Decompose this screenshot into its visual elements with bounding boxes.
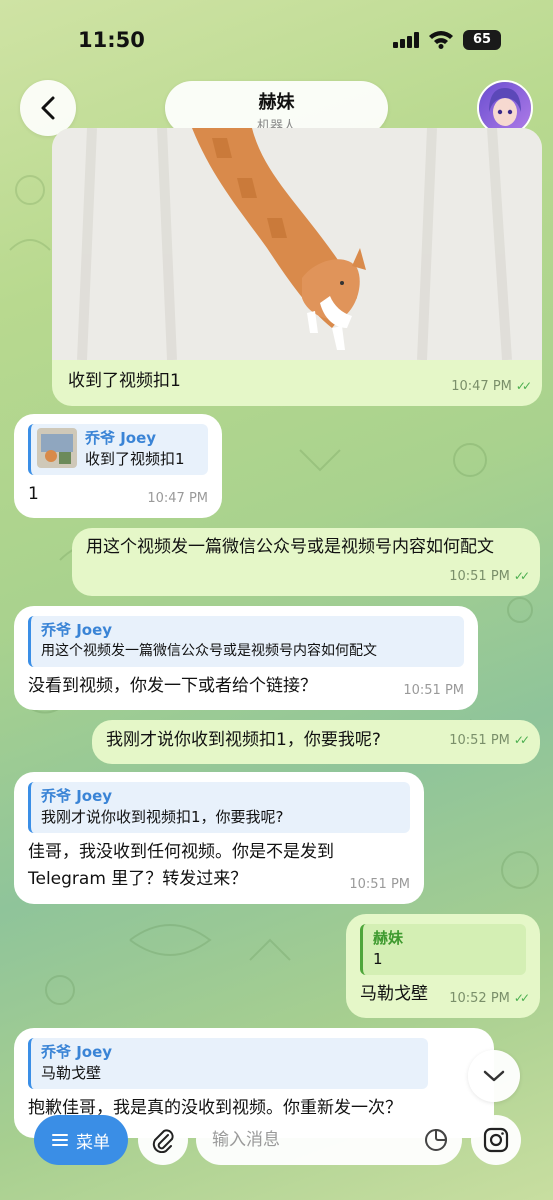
message-input-placeholder: 输入消息 — [212, 1130, 280, 1150]
chat-title[interactable]: 赫妹 机器人 — [165, 81, 388, 135]
message-bubble[interactable]: 乔爷 Joey 我刚才说你收到视频扣1，你要我呢? 佳哥，我没收到任何视频。你是… — [14, 772, 424, 904]
menu-label: 菜单 — [76, 1132, 110, 1153]
reply-text: 我刚才说你收到视频扣1，你要我呢? — [41, 808, 284, 826]
reply-text: 用这个视频发一篇微信公众号或是视频号内容如何配文 — [41, 643, 377, 659]
message-bubble[interactable]: 收到了视频扣1 10:47 PM ✓✓ — [52, 128, 542, 406]
scroll-to-bottom-button[interactable] — [468, 1050, 520, 1102]
menu-icon — [52, 1134, 68, 1146]
attach-button[interactable] — [138, 1115, 188, 1165]
read-checkmarks-icon: ✓✓ — [515, 379, 532, 393]
message-text: 没看到视频，你发一下或者给个链接？ — [28, 676, 317, 696]
message-meta: 10:52 PM ✓✓ — [449, 985, 530, 1012]
chat-name: 赫妹 — [258, 92, 295, 113]
message-bubble[interactable]: 用这个视频发一篇微信公众号或是视频号内容如何配文 10:51 PM ✓✓ — [72, 528, 540, 596]
reply-quote[interactable]: 乔爷 Joey 马勒戈壁 — [28, 1038, 428, 1089]
message-text: 用这个视频发一篇微信公众号或是视频号内容如何配文 — [86, 537, 494, 557]
reply-quote[interactable]: 乔爷 Joey 收到了视频扣1 — [28, 424, 208, 475]
video-thumbnail[interactable] — [52, 128, 542, 360]
reply-quote[interactable]: 乔爷 Joey 用这个视频发一篇微信公众号或是视频号内容如何配文 — [28, 616, 464, 667]
message-input[interactable]: 输入消息 — [196, 1115, 462, 1165]
reply-sender: 乔爷 Joey — [41, 621, 113, 639]
read-checkmarks-icon: ✓✓ — [513, 991, 530, 1005]
message-meta: 10:51 PM ✓✓ — [449, 563, 530, 590]
message-time: 10:47 PM — [451, 379, 512, 394]
reply-sender: 乔爷 Joey — [41, 787, 113, 805]
reply-sender: 乔爷 Joey — [85, 429, 157, 447]
menu-button[interactable]: 菜单 — [34, 1115, 128, 1165]
message-time: 10:51 PM — [449, 733, 510, 748]
status-time: 11:50 — [78, 28, 145, 52]
camera-button[interactable] — [471, 1115, 521, 1165]
status-bar: 11:50 65 — [0, 0, 553, 80]
message-time: 10:51 PM — [449, 569, 510, 584]
message-text: 收到了视频扣1 — [68, 371, 181, 391]
read-checkmarks-icon: ✓✓ — [513, 569, 530, 583]
message-meta: 10:51 PM — [403, 677, 464, 704]
reply-sender: 乔爷 Joey — [41, 1043, 113, 1061]
message-meta: 10:47 PM ✓✓ — [451, 373, 532, 400]
message-bubble[interactable]: 乔爷 Joey 收到了视频扣1 1 10:47 PM — [14, 414, 222, 518]
sticker-icon[interactable] — [424, 1128, 448, 1152]
message-time: 10:51 PM — [349, 877, 410, 892]
message-meta: 10:51 PM ✓✓ — [449, 727, 530, 754]
message-bubble[interactable]: 乔爷 Joey 用这个视频发一篇微信公众号或是视频号内容如何配文 没看到视频，你… — [14, 606, 478, 710]
message-bubble[interactable]: 我刚才说你收到视频扣1，你要我呢? 10:51 PM ✓✓ — [92, 720, 540, 764]
chevron-down-icon — [483, 1070, 505, 1082]
reply-quote[interactable]: 赫妹 1 — [360, 924, 526, 975]
message-meta: 10:51 PM — [349, 871, 410, 898]
message-meta: 10:47 PM — [147, 485, 208, 512]
reply-sender: 赫妹 — [373, 929, 404, 947]
chevron-left-icon — [41, 96, 55, 120]
reply-quote[interactable]: 乔爷 Joey 我刚才说你收到视频扣1，你要我呢? — [28, 782, 410, 833]
reply-text: 1 — [373, 950, 383, 968]
wifi-icon — [429, 31, 453, 49]
avatar-image — [479, 82, 531, 134]
paperclip-icon — [152, 1129, 174, 1153]
reply-text: 收到了视频扣1 — [85, 450, 185, 468]
reply-text: 马勒戈壁 — [41, 1064, 102, 1082]
read-checkmarks-icon: ✓✓ — [513, 733, 530, 747]
message-time: 10:52 PM — [449, 991, 510, 1006]
message-bubble[interactable]: 赫妹 1 马勒戈壁 10:52 PM ✓✓ — [346, 914, 540, 1018]
message-time: 10:51 PM — [403, 683, 464, 698]
signal-icon — [393, 32, 419, 48]
camera-icon — [483, 1127, 509, 1153]
reply-thumbnail — [37, 428, 77, 468]
battery-indicator: 65 — [463, 30, 501, 50]
message-time: 10:47 PM — [147, 491, 208, 506]
